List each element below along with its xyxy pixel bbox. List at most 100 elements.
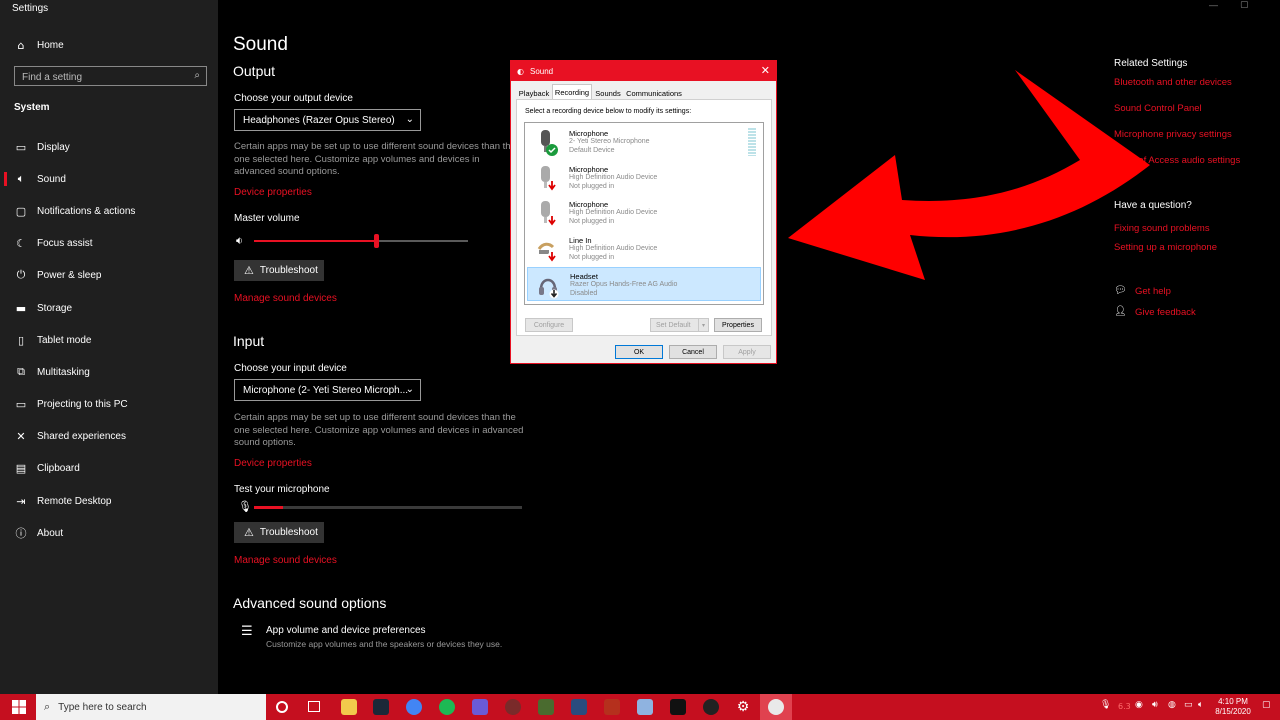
tray-icon[interactable]: ◉: [1135, 700, 1143, 710]
sidebar-item-about[interactable]: ⓘ About: [0, 518, 218, 548]
input-troubleshoot-label: Troubleshoot: [259, 527, 318, 538]
recording-device-list[interactable]: Microphone 2- Yeti Stereo Microphone Def…: [524, 122, 764, 305]
minimize-button[interactable]: —: [1209, 0, 1218, 10]
tab-communications[interactable]: Communications: [625, 86, 683, 100]
sidebar-item-tablet-mode[interactable]: ▯ Tablet mode: [0, 325, 218, 355]
tab-playback[interactable]: Playback: [517, 86, 551, 100]
red-arrow-annotation: [788, 70, 1150, 280]
ok-button[interactable]: OK: [615, 345, 663, 359]
steam-tray-icon[interactable]: ◍: [1168, 700, 1176, 710]
output-device-dropdown[interactable]: Headphones (Razer Opus Stereo) ⌄: [234, 109, 421, 131]
cortana-icon[interactable]: [276, 701, 288, 713]
taskbar-search-placeholder: Type here to search: [58, 701, 147, 713]
info-icon: ⓘ: [15, 527, 27, 540]
sidebar-item-remote-desktop[interactable]: ⇥ Remote Desktop: [0, 486, 218, 516]
warning-icon: ⚠: [244, 526, 254, 539]
tab-recording[interactable]: Recording: [552, 84, 592, 100]
device-name: Microphone: [569, 129, 609, 138]
sidebar-item-clipboard[interactable]: ▤ Clipboard: [0, 453, 218, 483]
input-troubleshoot-button[interactable]: ⚠ Troubleshoot: [234, 522, 324, 543]
clock[interactable]: 4:10 PM 8/15/2020: [1215, 697, 1251, 717]
sound-dialog: ◐ Sound ✕ Playback Recording Sounds Comm…: [510, 60, 777, 364]
minecraft-icon[interactable]: [538, 699, 554, 715]
sidebar-home[interactable]: ⌂ Home: [0, 30, 218, 60]
sound-app-icon[interactable]: [768, 699, 784, 715]
start-button[interactable]: [12, 700, 26, 714]
tab-sounds[interactable]: Sounds: [593, 86, 623, 100]
app-icon[interactable]: [571, 699, 587, 715]
remote-icon: ⇥: [16, 494, 26, 508]
microphone-tray-icon[interactable]: 🎙︎: [1100, 700, 1111, 710]
app-icon[interactable]: [604, 699, 620, 715]
sidebar-item-label: Projecting to this PC: [37, 398, 128, 410]
app-volume-preferences-link[interactable]: App volume and device preferences: [266, 625, 426, 636]
sidebar-item-power-sleep[interactable]: ⏻ Power & sleep: [0, 260, 218, 290]
set-default-button[interactable]: Set Default ▾: [650, 318, 709, 332]
list-item[interactable]: Line In High Definition Audio Device Not…: [527, 232, 761, 266]
app-icon[interactable]: [472, 699, 488, 715]
list-item-selected[interactable]: Headset Razer Opus Hands-Free AG Audio D…: [527, 267, 761, 301]
sidebar-item-focus-assist[interactable]: ☾ Focus assist: [0, 228, 218, 258]
obs-icon[interactable]: [703, 699, 719, 715]
sidebar-item-display[interactable]: ▭ Display: [0, 132, 218, 162]
apply-button[interactable]: Apply: [723, 345, 771, 359]
microphone-icon: [541, 130, 558, 156]
sidebar-item-label: Storage: [37, 302, 73, 314]
dialog-title-bar[interactable]: ◐ Sound ✕: [511, 61, 776, 81]
app-icon[interactable]: [505, 699, 521, 715]
device-name: Microphone: [569, 165, 609, 174]
chrome-icon[interactable]: [406, 699, 422, 715]
multitasking-icon: ⧉: [17, 365, 25, 378]
taskbar-search[interactable]: ⌕ Type here to search: [36, 694, 266, 720]
sidebar-item-label: Power & sleep: [37, 269, 102, 281]
input-manage-devices-link[interactable]: Manage sound devices: [234, 555, 337, 566]
sidebar-item-multitasking[interactable]: ⧉ Multitasking: [0, 357, 218, 387]
give-feedback-link[interactable]: Give feedback: [1135, 307, 1196, 318]
dialog-title: Sound: [529, 66, 554, 76]
list-item[interactable]: Microphone High Definition Audio Device …: [527, 161, 761, 195]
device-driver: High Definition Audio Device: [569, 209, 658, 216]
output-choose-label: Choose your output device: [234, 93, 353, 104]
app-icon[interactable]: [637, 699, 653, 715]
sidebar-section-system: System: [14, 102, 50, 113]
output-manage-devices-link[interactable]: Manage sound devices: [234, 293, 337, 304]
volume-icon[interactable]: 🔉︎: [236, 234, 243, 248]
chevron-down-icon[interactable]: ▾: [698, 319, 708, 331]
list-item[interactable]: Microphone 2- Yeti Stereo Microphone Def…: [527, 125, 761, 159]
cancel-button[interactable]: Cancel: [669, 345, 717, 359]
configure-button[interactable]: Configure: [525, 318, 573, 332]
find-setting-input[interactable]: [15, 68, 185, 87]
list-item[interactable]: Microphone High Definition Audio Device …: [527, 196, 761, 230]
properties-button[interactable]: Properties: [714, 318, 762, 332]
close-icon[interactable]: ✕: [761, 64, 770, 77]
spotify-icon[interactable]: [439, 699, 455, 715]
input-device-dropdown[interactable]: Microphone (2- Yeti Stereo Microph... ⌄: [234, 379, 421, 401]
output-description: Certain apps may be set up to use differ…: [234, 141, 516, 177]
sliders-icon: ☰: [241, 624, 253, 639]
output-device-properties-link[interactable]: Device properties: [234, 187, 312, 198]
network-tray-icon[interactable]: ▭: [1184, 700, 1193, 710]
master-volume-thumb[interactable]: [373, 234, 379, 248]
volume-tray-icon[interactable]: 🔈︎: [1198, 700, 1203, 710]
maximize-button[interactable]: ▢: [1240, 0, 1249, 10]
input-heading: Input: [233, 333, 265, 349]
settings-gear-icon[interactable]: ⚙: [735, 699, 751, 715]
output-troubleshoot-button[interactable]: ⚠ Troubleshoot: [234, 260, 324, 281]
input-device-properties-link[interactable]: Device properties: [234, 458, 312, 469]
input-choose-label: Choose your input device: [234, 363, 347, 374]
epic-games-icon[interactable]: [670, 699, 686, 715]
steam-icon[interactable]: [373, 699, 389, 715]
file-explorer-icon[interactable]: [341, 699, 357, 715]
sidebar-item-storage[interactable]: ▬ Storage: [0, 293, 218, 323]
find-setting-search[interactable]: ⌕: [14, 66, 207, 87]
warning-icon: ⚠: [244, 264, 254, 277]
master-volume-slider[interactable]: [254, 234, 468, 248]
volume-tray-icon[interactable]: 🔊︎: [1152, 700, 1158, 710]
sidebar-item-projecting[interactable]: ▭ Projecting to this PC: [0, 389, 218, 419]
sidebar-item-notifications[interactable]: ▢ Notifications & actions: [0, 196, 218, 226]
notification-center-icon[interactable]: ▢: [1262, 700, 1271, 710]
task-view-icon[interactable]: [308, 701, 320, 712]
sidebar-item-shared-experiences[interactable]: ✕ Shared experiences: [0, 421, 218, 451]
device-status: Not plugged in: [569, 217, 615, 225]
sidebar-item-sound[interactable]: 🔈︎ Sound: [0, 164, 218, 194]
